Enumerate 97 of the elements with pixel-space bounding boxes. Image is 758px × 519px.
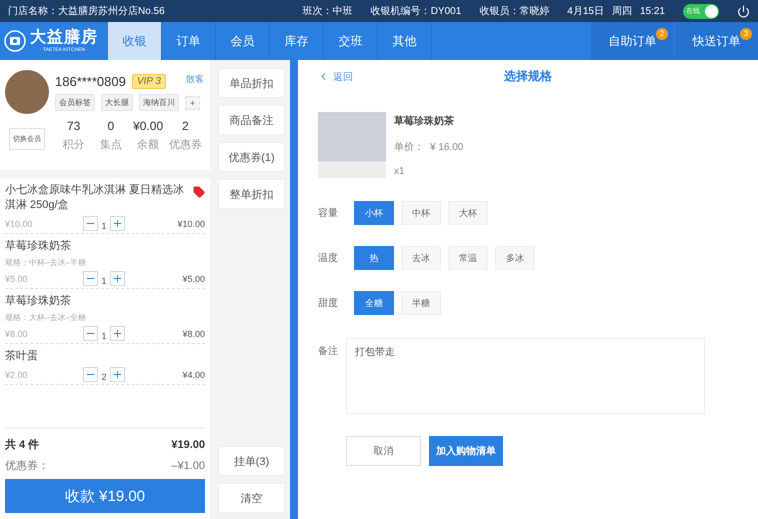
store-name: 门店名称：大益膳房苏州分店No.56 xyxy=(8,4,165,18)
logo-text: 大益膳房 xyxy=(30,29,98,47)
minus-button[interactable] xyxy=(83,271,98,286)
option-button[interactable]: 热 xyxy=(354,246,394,270)
cashier-name: 收银员：常晓婷 xyxy=(479,4,550,18)
plus-button[interactable] xyxy=(110,326,125,341)
option-button[interactable]: 中杯 xyxy=(401,201,441,225)
plus-icon xyxy=(112,369,123,380)
order-tab[interactable]: 快送订单 3 xyxy=(674,22,758,60)
cancel-button[interactable]: 取消 xyxy=(346,436,421,466)
quantity: 1 xyxy=(100,220,108,230)
line-total: ¥10.00 xyxy=(177,218,205,228)
product-name: 草莓珍珠奶茶 xyxy=(394,114,455,128)
shift-info: 班次：中班 xyxy=(302,4,353,18)
stat-label: 积分 xyxy=(62,138,85,152)
count-badge: 2 xyxy=(656,28,668,40)
price-label: 单价： xyxy=(394,140,424,154)
note-field[interactable]: 打包带走 xyxy=(346,338,705,414)
option-button[interactable]: 去冰 xyxy=(401,246,441,270)
plus-button[interactable] xyxy=(110,216,125,231)
option-button[interactable]: 常温 xyxy=(448,246,488,270)
panel-title: 选择规格 xyxy=(504,68,552,85)
order-tab[interactable]: 自助订单 2 xyxy=(590,22,674,60)
quantity: 1 xyxy=(100,276,108,286)
time: 15:21 xyxy=(640,6,665,16)
item-name: 草莓珍珠奶茶 xyxy=(5,239,72,254)
option-button[interactable]: 全糖 xyxy=(354,291,394,315)
product-quantity: x1 xyxy=(394,166,406,177)
tag-icon xyxy=(193,186,205,198)
quantity: 2 xyxy=(100,372,108,382)
member-phone: 186****0809 xyxy=(55,74,126,89)
stat-value: ¥0.00 xyxy=(133,119,164,133)
option-label: 温度 xyxy=(318,252,339,265)
action-button[interactable]: 挂单(3) xyxy=(218,446,285,476)
action-button[interactable]: 清空 xyxy=(218,483,285,513)
option-label: 甜度 xyxy=(318,296,339,310)
logo-icon xyxy=(4,30,26,52)
nav-tab[interactable]: 收银 xyxy=(108,22,162,60)
coupon-amount: –¥1.00 xyxy=(171,460,205,472)
stat-label: 余额 xyxy=(137,138,160,152)
back-button[interactable]: 返回 xyxy=(318,70,353,84)
unit-price: ¥8.00 xyxy=(5,328,29,338)
plus-button[interactable] xyxy=(110,367,125,382)
line-total: ¥8.00 xyxy=(182,328,205,338)
item-spec: 规格：大杯–去冰–全糖 xyxy=(5,312,87,323)
add-tag-button[interactable]: + xyxy=(185,96,200,110)
option-button[interactable]: 小杯 xyxy=(354,201,394,225)
item-count: 共 4 件 xyxy=(5,438,40,452)
stat-label: 优惠券 xyxy=(168,138,202,152)
minus-button[interactable] xyxy=(83,367,98,382)
power-icon[interactable] xyxy=(737,4,750,18)
date: 4月15日 xyxy=(567,5,604,18)
item-name: 草莓珍珠奶茶 xyxy=(5,294,72,309)
plus-icon xyxy=(112,328,123,339)
unit-price: ¥ 16.00 xyxy=(430,142,464,152)
avatar xyxy=(5,70,49,114)
note-label: 备注 xyxy=(318,344,338,359)
count-badge: 3 xyxy=(740,28,752,40)
coupon-label: 优惠券： xyxy=(5,458,49,473)
add-to-cart-button[interactable]: 加入购物清单 xyxy=(429,436,503,466)
nav-tab[interactable]: 会员 xyxy=(216,22,270,60)
unit-price: ¥2.00 xyxy=(5,370,29,380)
stat-value: 0 xyxy=(108,119,114,133)
member-tag: 大长腿 xyxy=(101,94,133,111)
plus-icon xyxy=(112,273,123,284)
item-name: 小七冰盒原味牛乳冰淇淋 夏日精选冰淇淋 250g/盒 xyxy=(5,183,186,213)
register-id: 收银机编号：DY001 xyxy=(370,4,462,18)
quantity: 1 xyxy=(100,330,108,340)
stat-label: 集点 xyxy=(100,138,122,152)
minus-button[interactable] xyxy=(83,326,98,341)
guest-link[interactable]: 散客 xyxy=(186,73,204,86)
minus-button[interactable] xyxy=(83,216,98,231)
member-tag: 海纳百川 xyxy=(139,94,179,111)
stat-value: 2 xyxy=(182,119,189,133)
item-spec: 规格：中杯–去冰–半糖 xyxy=(5,257,87,268)
option-button[interactable]: 多冰 xyxy=(495,246,535,270)
action-button[interactable]: 商品备注 xyxy=(218,105,285,135)
pay-button[interactable]: 收款 ¥19.00 xyxy=(5,479,205,513)
option-button[interactable]: 大杯 xyxy=(448,201,488,225)
weekday: 周四 xyxy=(612,5,632,18)
subtotal: ¥19.00 xyxy=(171,438,205,450)
action-button[interactable]: 整单折扣 xyxy=(218,179,285,209)
option-label: 容量 xyxy=(318,206,339,220)
stat-value: 73 xyxy=(66,119,80,133)
action-button[interactable]: 单品折扣 xyxy=(218,68,285,98)
line-total: ¥4.00 xyxy=(182,370,205,380)
plus-button[interactable] xyxy=(110,271,125,286)
unit-price: ¥10.00 xyxy=(5,218,34,228)
item-name: 茶叶蛋 xyxy=(5,349,39,364)
unit-price: ¥5.00 xyxy=(5,274,29,284)
action-button[interactable]: 优惠券(1) xyxy=(218,142,285,172)
option-button[interactable]: 半糖 xyxy=(401,291,441,315)
photo-placeholder xyxy=(318,112,386,178)
vip-badge: VIP 3 xyxy=(132,74,166,89)
member-tag: 会员标签 xyxy=(55,94,95,111)
plus-icon xyxy=(112,218,123,229)
line-total: ¥5.00 xyxy=(182,274,205,284)
